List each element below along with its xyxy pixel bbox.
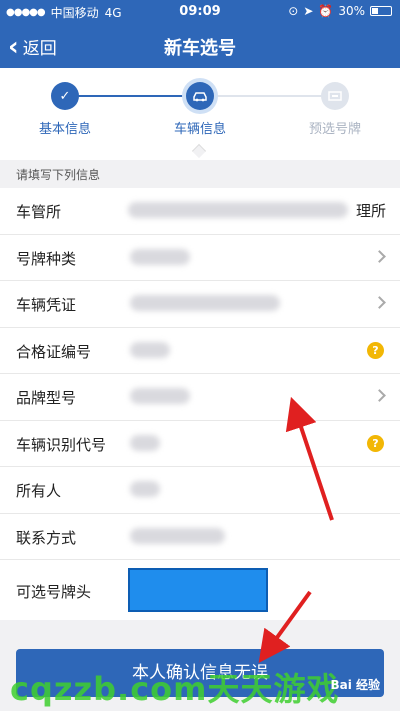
red-arrow-icon [285, 396, 334, 521]
red-arrow-icon [258, 590, 312, 663]
annotation-arrows [258, 396, 334, 663]
